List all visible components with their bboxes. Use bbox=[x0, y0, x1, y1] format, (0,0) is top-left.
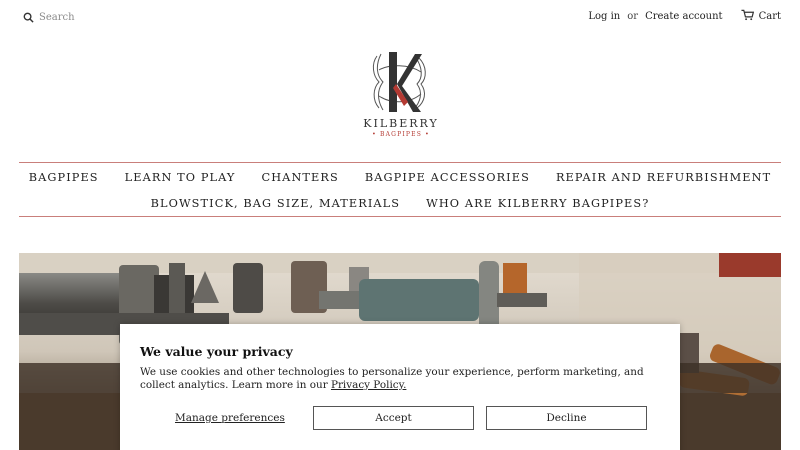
cart-label: Cart bbox=[758, 11, 781, 22]
cart-link[interactable]: Cart bbox=[741, 9, 781, 24]
account-links: Log in or Create account Cart bbox=[588, 9, 781, 24]
login-link[interactable]: Log in bbox=[588, 11, 620, 22]
search-input[interactable] bbox=[39, 12, 159, 23]
accept-button[interactable]: Accept bbox=[313, 406, 474, 430]
or-separator: or bbox=[627, 11, 639, 22]
top-bar: Log in or Create account Cart bbox=[0, 0, 800, 32]
site-logo[interactable]: KILBERRY • BAGPIPES • bbox=[360, 50, 442, 142]
logo-wordmark: KILBERRY bbox=[363, 117, 439, 130]
decline-button[interactable]: Decline bbox=[486, 406, 647, 430]
cart-icon bbox=[741, 9, 754, 24]
nav-item-bagpipes[interactable]: BAGPIPES bbox=[29, 171, 99, 184]
search-icon[interactable] bbox=[23, 8, 34, 27]
nav-item-repair[interactable]: REPAIR AND REFURBISHMENT bbox=[556, 171, 771, 184]
nav-item-who-are-kilberry[interactable]: WHO ARE KILBERRY BAGPIPES? bbox=[426, 197, 649, 210]
privacy-body: We use cookies and other technologies to… bbox=[140, 366, 660, 392]
nav-item-learn-to-play[interactable]: LEARN TO PLAY bbox=[125, 171, 236, 184]
create-account-link[interactable]: Create account bbox=[645, 11, 723, 22]
privacy-title: We value your privacy bbox=[140, 344, 293, 359]
nav-item-chanters[interactable]: CHANTERS bbox=[261, 171, 338, 184]
nav-row-1: BAGPIPES LEARN TO PLAY CHANTERS BAGPIPE … bbox=[19, 171, 781, 184]
privacy-policy-link[interactable]: Privacy Policy. bbox=[331, 379, 406, 391]
main-navigation: BAGPIPES LEARN TO PLAY CHANTERS BAGPIPE … bbox=[19, 162, 781, 217]
search-box[interactable] bbox=[23, 8, 159, 27]
logo-tagline: • BAGPIPES • bbox=[372, 131, 430, 138]
privacy-consent-dialog: We value your privacy We use cookies and… bbox=[120, 324, 680, 450]
manage-preferences-button[interactable]: Manage preferences bbox=[175, 412, 285, 424]
nav-row-2: BLOWSTICK, BAG SIZE, MATERIALS WHO ARE K… bbox=[19, 197, 781, 210]
nav-item-blowstick[interactable]: BLOWSTICK, BAG SIZE, MATERIALS bbox=[151, 197, 401, 210]
nav-item-bagpipe-accessories[interactable]: BAGPIPE ACCESSORIES bbox=[365, 171, 530, 184]
kilberry-logo-mark bbox=[372, 52, 426, 112]
